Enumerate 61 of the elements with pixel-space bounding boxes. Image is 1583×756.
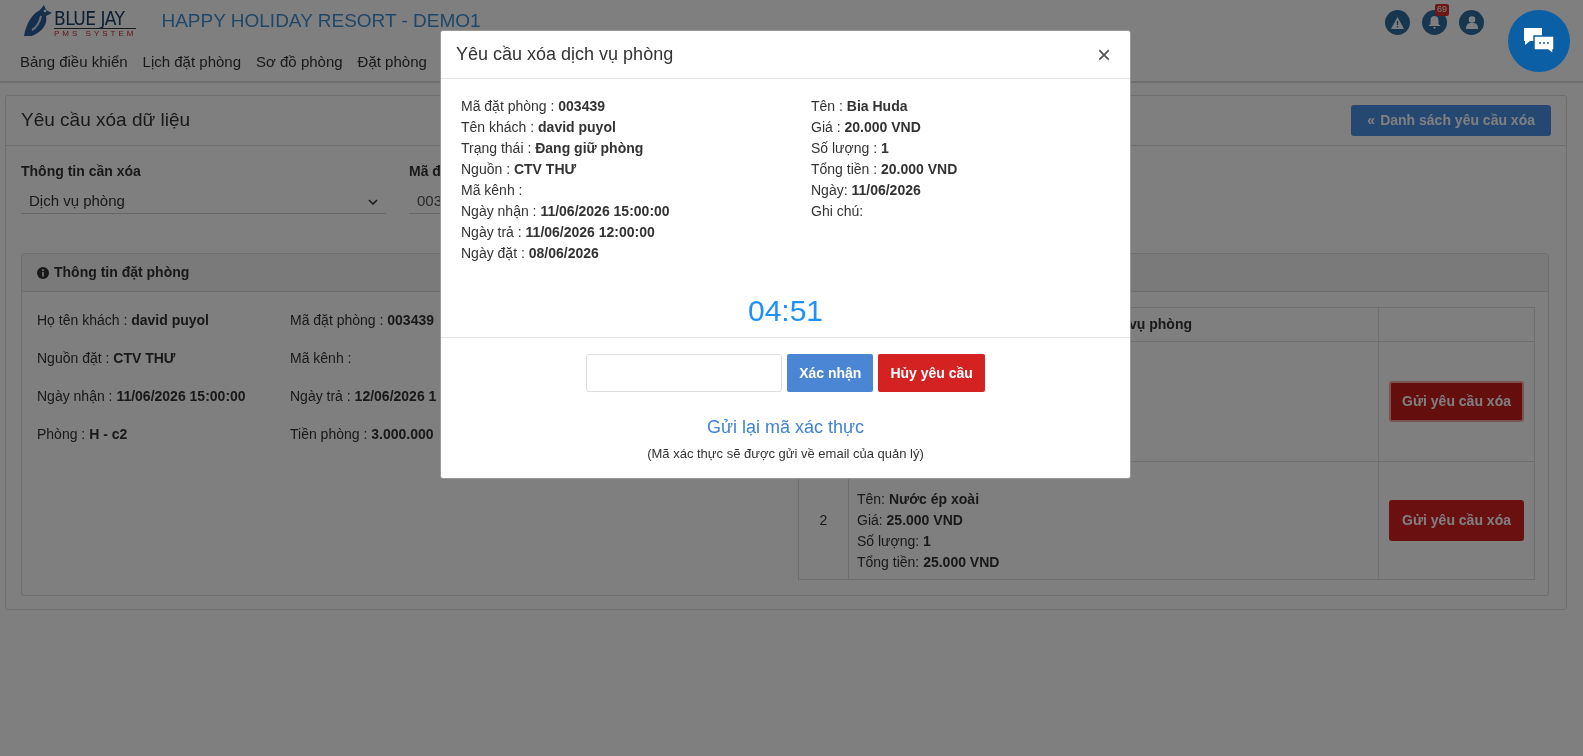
booking-info-text: Ngày trả : 12/06/2026 1 — [290, 387, 438, 406]
verification-code-field[interactable] — [586, 354, 783, 392]
logo-subtitle: PMS SYSTEM — [54, 28, 137, 38]
warning-icon — [1391, 16, 1404, 29]
close-button[interactable]: × — [1093, 42, 1115, 67]
confirm-button[interactable]: Xác nhận — [787, 354, 874, 392]
booking-info-text: Nguồn đặt : CTV THƯ — [37, 349, 177, 368]
request-info-text: Ngày trả : 11/06/2026 12:00:00 — [461, 223, 656, 242]
service-select[interactable]: Dịch vụ phòng — [21, 190, 386, 214]
row-number: 2 — [819, 512, 828, 528]
booking-info-text: Tiền phòng : 3.000.000 — [290, 425, 435, 444]
service-info-text: Ghi chú: — [811, 202, 865, 221]
info-icon — [37, 266, 49, 279]
bell-icon — [1428, 16, 1441, 29]
field-label: Mã đ — [409, 162, 442, 181]
double-chevron-icon: « — [1367, 112, 1376, 128]
resend-note: (Mã xác thực sẽ được gửi về email của quản lý) — [647, 446, 924, 461]
booking-info-text: Phòng : H - c2 — [37, 425, 129, 444]
user-icon — [1465, 16, 1478, 29]
service-detail-text: Giá: 25.000 VND — [857, 511, 964, 530]
field-label: Thông tin cần xóa — [21, 162, 142, 181]
page-title: Yêu cầu xóa dữ liệu — [21, 109, 191, 132]
service-info-text: Số lượng : 1 — [811, 139, 890, 158]
request-info-text: Nguồn : CTV THƯ — [461, 160, 578, 179]
user-button[interactable] — [1459, 10, 1484, 35]
booking-info-text: Ngày nhận : 11/06/2026 15:00:00 — [37, 387, 247, 406]
nav-link[interactable]: Sơ đồ phòng — [256, 51, 343, 74]
notification-badge: 69 — [1435, 4, 1449, 16]
logo-title: BLUE JAY — [54, 9, 126, 28]
request-info-text: Mã kênh : — [461, 181, 524, 200]
chat-bubbles-icon — [1523, 27, 1555, 55]
service-info-text: Ngày: 11/06/2026 — [811, 181, 922, 200]
resend-code-link[interactable]: Gửi lại mã xác thực — [706, 417, 865, 437]
service-detail-text: Số lượng: 1 — [857, 532, 932, 551]
request-info-text: Trạng thái : Đang giữ phòng — [461, 139, 645, 158]
dialog-title: Yêu cầu xóa dịch vụ phòng — [456, 43, 674, 66]
countdown-timer: 04:51 — [747, 293, 824, 329]
booking-info-text: Mã đặt phòng : 003439 — [290, 311, 435, 330]
service-info-text: Tổng tiền : 20.000 VND — [811, 160, 958, 179]
nav-link[interactable]: Bảng điều khiển — [20, 51, 128, 74]
nav-link[interactable]: Đặt phòng — [357, 51, 427, 74]
service-info-text: Giá : 20.000 VND — [811, 118, 922, 137]
send-delete-request-button[interactable]: Gửi yêu cầu xóa — [1389, 500, 1524, 541]
request-info-text: Mã đặt phòng : 003439 — [461, 97, 606, 116]
service-detail-text: Tên: Nước ép xoài — [857, 490, 981, 509]
request-info-text: Ngày đặt : 08/06/2026 — [461, 244, 600, 263]
alert-button[interactable] — [1385, 10, 1410, 35]
service-info-text: Tên : Bia Huda — [811, 97, 909, 116]
booking-info-text: Họ tên khách : david puyol — [37, 311, 210, 330]
booking-info-text: Mã kênh : — [290, 349, 353, 368]
back-button[interactable]: « Danh sách yêu cầu xóa — [1351, 105, 1551, 136]
service-detail-text: Tổng tiền: 25.000 VND — [857, 553, 1001, 572]
hotel-name: HAPPY HOLIDAY RESORT - DEMO1 — [161, 8, 481, 33]
send-delete-request-button[interactable]: Gửi yêu cầu xóa — [1389, 381, 1524, 422]
chevron-down-icon — [368, 198, 378, 205]
panel-title: Thông tin đặt phòng — [54, 263, 190, 282]
nav-link[interactable]: Lịch đặt phòng — [142, 51, 241, 74]
notification-button[interactable] — [1422, 10, 1447, 35]
cancel-request-button[interactable]: Hủy yêu cầu — [878, 354, 985, 392]
request-info-text: Ngày nhận : 11/06/2026 15:00:00 — [461, 202, 671, 221]
request-info-text: Tên khách : david puyol — [461, 118, 617, 137]
